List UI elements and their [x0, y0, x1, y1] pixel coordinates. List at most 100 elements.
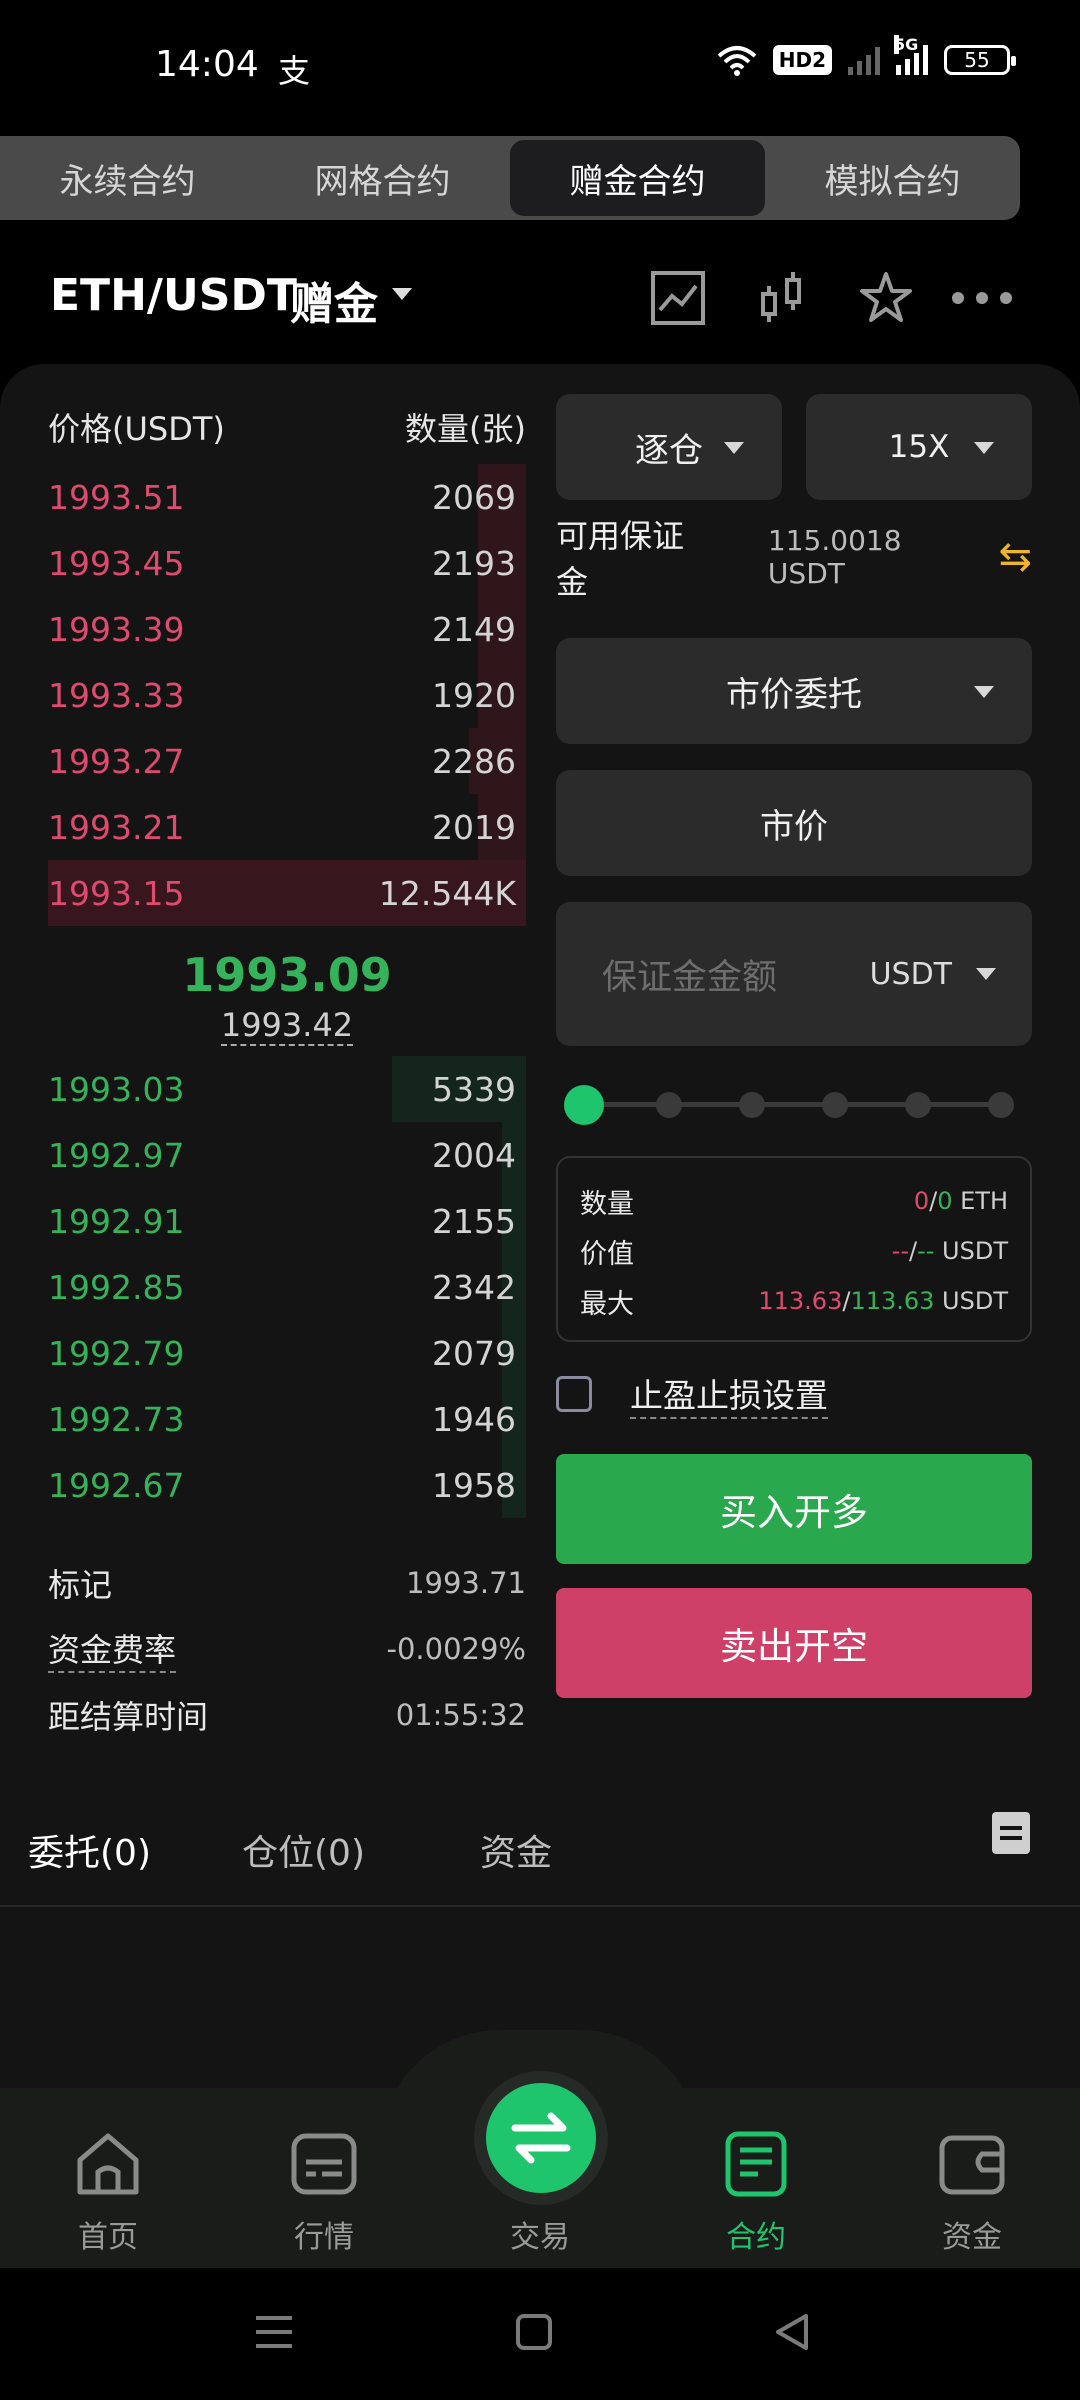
tpsl-checkbox[interactable]: [556, 1376, 592, 1412]
recents-icon[interactable]: [254, 2312, 294, 2352]
amount-slider[interactable]: [556, 1080, 1032, 1130]
nav-assets[interactable]: 资金: [902, 2130, 1042, 2256]
bid-price: 1992.73: [48, 1399, 185, 1439]
settlement-label: 距结算时间: [48, 1698, 209, 1736]
margin-mode-select[interactable]: 逐仓: [556, 394, 782, 500]
bid-qty: 2342: [432, 1267, 516, 1307]
funding-rate-label[interactable]: 资金费率: [48, 1625, 177, 1673]
tab-grid[interactable]: 网格合约: [255, 136, 510, 220]
nav-contract[interactable]: 合约: [686, 2130, 826, 2256]
star-icon[interactable]: [858, 270, 914, 326]
ask-list: 1993.51 2069 1993.45 2193 1993.39 2149 1993.33…: [48, 464, 526, 926]
slider-thumb[interactable]: [564, 1085, 604, 1125]
last-price[interactable]: 1993.09: [48, 948, 526, 1002]
slider-step-60[interactable]: [822, 1092, 848, 1118]
ask-qty: 12.544K: [378, 873, 516, 913]
bid-row[interactable]: 1992.79 2079: [48, 1320, 526, 1386]
chevron-down-icon[interactable]: [976, 968, 996, 980]
buy-long-button[interactable]: 买入开多: [556, 1454, 1032, 1564]
order-type-value: 市价委托: [726, 674, 862, 715]
nav-home[interactable]: 首页: [38, 2130, 178, 2256]
ask-price: 1993.33: [48, 675, 185, 715]
slider-step-80[interactable]: [905, 1092, 931, 1118]
chevron-down-icon: [974, 686, 994, 698]
ask-row[interactable]: 1993.15 12.544K: [48, 860, 526, 926]
leverage-select[interactable]: 15X: [806, 394, 1032, 500]
pair-mode[interactable]: 赠金: [290, 268, 378, 332]
slider-step-20[interactable]: [656, 1092, 682, 1118]
bid-row[interactable]: 1992.85 2342: [48, 1254, 526, 1320]
contract-type-tabs: 永续合约 网格合约 赠金合约 模拟合约: [0, 136, 1020, 220]
available-margin-value: 115.0018 USDT: [767, 524, 902, 590]
order-book-header: 价格(USDT) 数量(张): [48, 404, 526, 464]
slider-step-40[interactable]: [739, 1092, 765, 1118]
value-info-row: 价值 --/-- USDT: [580, 1226, 1008, 1276]
bid-row[interactable]: 1993.03 5339: [48, 1056, 526, 1122]
ask-price: 1993.27: [48, 741, 185, 781]
slider-track[interactable]: [584, 1102, 1004, 1107]
tab-positions[interactable]: 仓位(0): [242, 1824, 365, 1876]
back-icon[interactable]: [772, 2312, 812, 2352]
tpsl-toggle[interactable]: 止盈止损设置: [556, 1364, 828, 1424]
available-margin: 可用保证金 115.0018 USDT ⇆: [556, 517, 1032, 601]
sell-short-button[interactable]: 卖出开空: [556, 1588, 1032, 1698]
slider-step-100[interactable]: [988, 1092, 1014, 1118]
bid-row[interactable]: 1992.97 2004: [48, 1122, 526, 1188]
tab-perpetual[interactable]: 永续合约: [0, 136, 255, 220]
bid-qty: 5339: [432, 1069, 516, 1109]
tab-bonus[interactable]: 赠金合约: [510, 140, 765, 216]
candlestick-icon[interactable]: [755, 270, 811, 326]
tab-funds[interactable]: 资金: [480, 1824, 552, 1876]
margin-amount-placeholder: 保证金金额: [602, 957, 778, 998]
ask-row[interactable]: 1993.39 2149: [48, 596, 526, 662]
chevron-down-icon: [974, 442, 994, 454]
status-time: 14:04: [155, 44, 259, 85]
chevron-down-icon: [724, 442, 744, 454]
price-field[interactable]: 市价: [556, 770, 1032, 876]
index-price[interactable]: 1993.42: [220, 1006, 354, 1046]
bid-row[interactable]: 1992.67 1958: [48, 1452, 526, 1518]
home-nav-icon[interactable]: [514, 2312, 554, 2352]
nav-trade-button[interactable]: [486, 2083, 596, 2193]
bid-price: 1992.97: [48, 1135, 185, 1175]
ask-price: 1993.15: [48, 873, 185, 913]
order-book: 价格(USDT) 数量(张) 1993.51 2069 1993.45 2193 199…: [48, 404, 526, 1518]
bid-price: 1993.03: [48, 1069, 185, 1109]
ask-row[interactable]: 1993.33 1920: [48, 662, 526, 728]
order-type-select[interactable]: 市价委托: [556, 638, 1032, 744]
margin-amount-field[interactable]: 保证金金额 USDT: [556, 902, 1032, 1046]
nav-market[interactable]: 行情: [254, 2130, 394, 2256]
settlement-row: 距结算时间 01:55:32: [48, 1682, 526, 1748]
line-chart-icon[interactable]: [650, 270, 706, 326]
ask-row[interactable]: 1993.21 2019: [48, 794, 526, 860]
document-icon[interactable]: [992, 1812, 1030, 1854]
bid-qty: 2155: [432, 1201, 516, 1241]
ask-qty: 2149: [432, 609, 516, 649]
hd-voice-badge: HD2: [772, 45, 832, 75]
bid-row[interactable]: 1992.73 1946: [48, 1386, 526, 1452]
pair-title[interactable]: ETH/USDT: [50, 270, 297, 321]
mid-price-block: 1993.09 1993.42: [48, 926, 526, 1056]
nav-market-label: 行情: [294, 2220, 354, 2255]
market-stats: 标记 1993.71 资金费率 -0.0029% 距结算时间 01:55:32: [48, 1550, 526, 1748]
settlement-countdown: 01:55:32: [395, 1698, 526, 1732]
amount-unit-select[interactable]: USDT: [870, 957, 952, 992]
max-info-label: 最大: [580, 1288, 634, 1320]
more-icon[interactable]: [950, 270, 1014, 326]
qty-column-header[interactable]: 数量(张): [405, 404, 526, 464]
price-column-header: 价格(USDT): [48, 410, 225, 448]
available-margin-label: 可用保证金: [556, 517, 685, 601]
pair-dropdown-icon[interactable]: [392, 288, 412, 300]
ask-row[interactable]: 1993.51 2069: [48, 464, 526, 530]
bid-row[interactable]: 1992.91 2155: [48, 1188, 526, 1254]
ask-row[interactable]: 1993.27 2286: [48, 728, 526, 794]
ask-row[interactable]: 1993.45 2193: [48, 530, 526, 596]
tab-demo[interactable]: 模拟合约: [765, 136, 1020, 220]
leverage-value: 15X: [888, 429, 950, 465]
tab-orders[interactable]: 委托(0): [28, 1824, 151, 1876]
transfer-icon[interactable]: ⇆: [998, 534, 1032, 580]
nav-home-label: 首页: [78, 2220, 138, 2255]
tpsl-label[interactable]: 止盈止损设置: [630, 1369, 828, 1419]
ask-price: 1993.39: [48, 609, 185, 649]
qty-info-row: 数量 0/0 ETH: [580, 1176, 1008, 1226]
